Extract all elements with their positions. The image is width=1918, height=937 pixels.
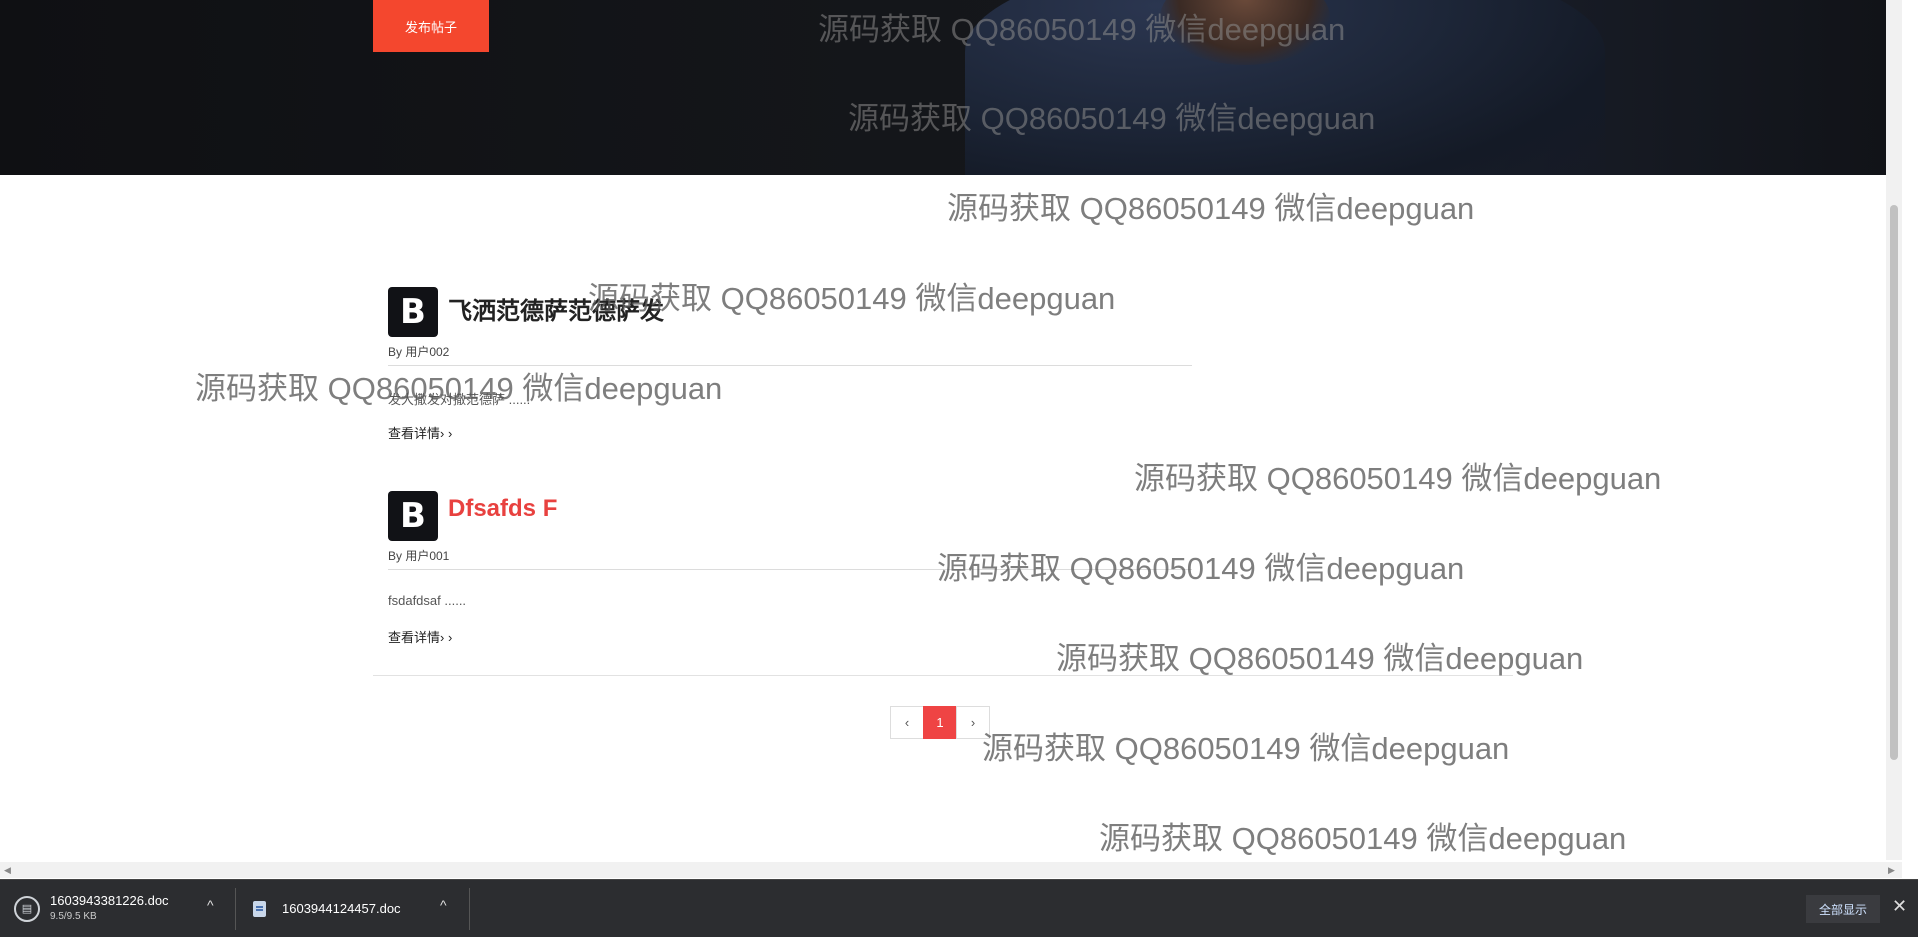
publish-post-button[interactable]: 发布帖子 bbox=[373, 0, 489, 52]
download-bar: ▤ 1603943381226.doc 9.5/9.5 KB ^ 1603944… bbox=[0, 879, 1918, 937]
watermark-text: 源码获取 QQ86050149 微信deepguan bbox=[1134, 461, 1662, 496]
download-separator bbox=[235, 888, 236, 930]
vertical-scrollbar[interactable] bbox=[1886, 0, 1902, 860]
chevron-up-icon[interactable]: ^ bbox=[207, 897, 214, 913]
chevron-up-icon[interactable]: ^ bbox=[440, 897, 447, 913]
post-author: By 用户002 bbox=[388, 345, 450, 359]
horizontal-scrollbar[interactable]: ◀ ▶ bbox=[0, 862, 1902, 878]
download-filename: 1603943381226.doc bbox=[50, 892, 169, 908]
download-progress-icon: ▤ bbox=[14, 895, 40, 922]
post-logo: B bbox=[388, 491, 438, 541]
download-item[interactable]: ▤ 1603943381226.doc 9.5/9.5 KB bbox=[14, 880, 169, 937]
download-filename: 1603944124457.doc bbox=[282, 901, 401, 916]
watermark-text: 源码获取 QQ86050149 微信deepguan bbox=[982, 731, 1510, 766]
watermark-text: 源码获取 QQ86050149 微信deepguan bbox=[588, 281, 1116, 316]
close-icon[interactable]: ✕ bbox=[1892, 896, 1907, 917]
watermark-text: 源码获取 QQ86050149 微信deepguan bbox=[937, 551, 1465, 586]
hero-banner: 发布帖子 bbox=[0, 0, 1886, 175]
page-1-button[interactable]: 1 bbox=[923, 706, 957, 739]
vertical-scrollbar-thumb[interactable] bbox=[1890, 205, 1898, 760]
post-divider bbox=[388, 365, 1192, 366]
post-logo: B bbox=[388, 287, 438, 337]
scroll-left-icon[interactable]: ◀ bbox=[4, 865, 11, 876]
download-item[interactable]: 1603944124457.doc bbox=[253, 880, 401, 937]
show-all-downloads-button[interactable]: 全部显示 bbox=[1806, 895, 1880, 923]
doc-file-icon bbox=[253, 900, 266, 917]
view-details-link[interactable]: 查看详情› › bbox=[388, 423, 452, 442]
post-author: By 用户001 bbox=[388, 549, 450, 563]
download-separator bbox=[469, 888, 470, 930]
watermark-text: 源码获取 QQ86050149 微信deepguan bbox=[1099, 821, 1627, 856]
list-divider bbox=[373, 675, 1513, 676]
watermark-text: 源码获取 QQ86050149 微信deepguan bbox=[1056, 641, 1584, 676]
post-divider bbox=[388, 569, 1192, 570]
post-title[interactable]: Dfsafds F bbox=[448, 495, 557, 523]
view-details-link[interactable]: 查看详情› › bbox=[388, 627, 452, 646]
next-page-button[interactable]: › bbox=[956, 706, 990, 739]
watermark-text: 源码获取 QQ86050149 微信deepguan bbox=[947, 191, 1475, 226]
post-excerpt: fsdafdsaf ...... bbox=[388, 593, 467, 608]
pagination: ‹ 1 › bbox=[890, 706, 990, 739]
download-size: 9.5/9.5 KB bbox=[50, 910, 97, 922]
prev-page-button[interactable]: ‹ bbox=[890, 706, 924, 739]
post-title[interactable]: 飞洒范德萨范德萨发 bbox=[448, 291, 664, 326]
scroll-right-icon[interactable]: ▶ bbox=[1888, 865, 1895, 876]
post-excerpt: 发大撒发对撒范德萨 ...... bbox=[388, 392, 531, 407]
